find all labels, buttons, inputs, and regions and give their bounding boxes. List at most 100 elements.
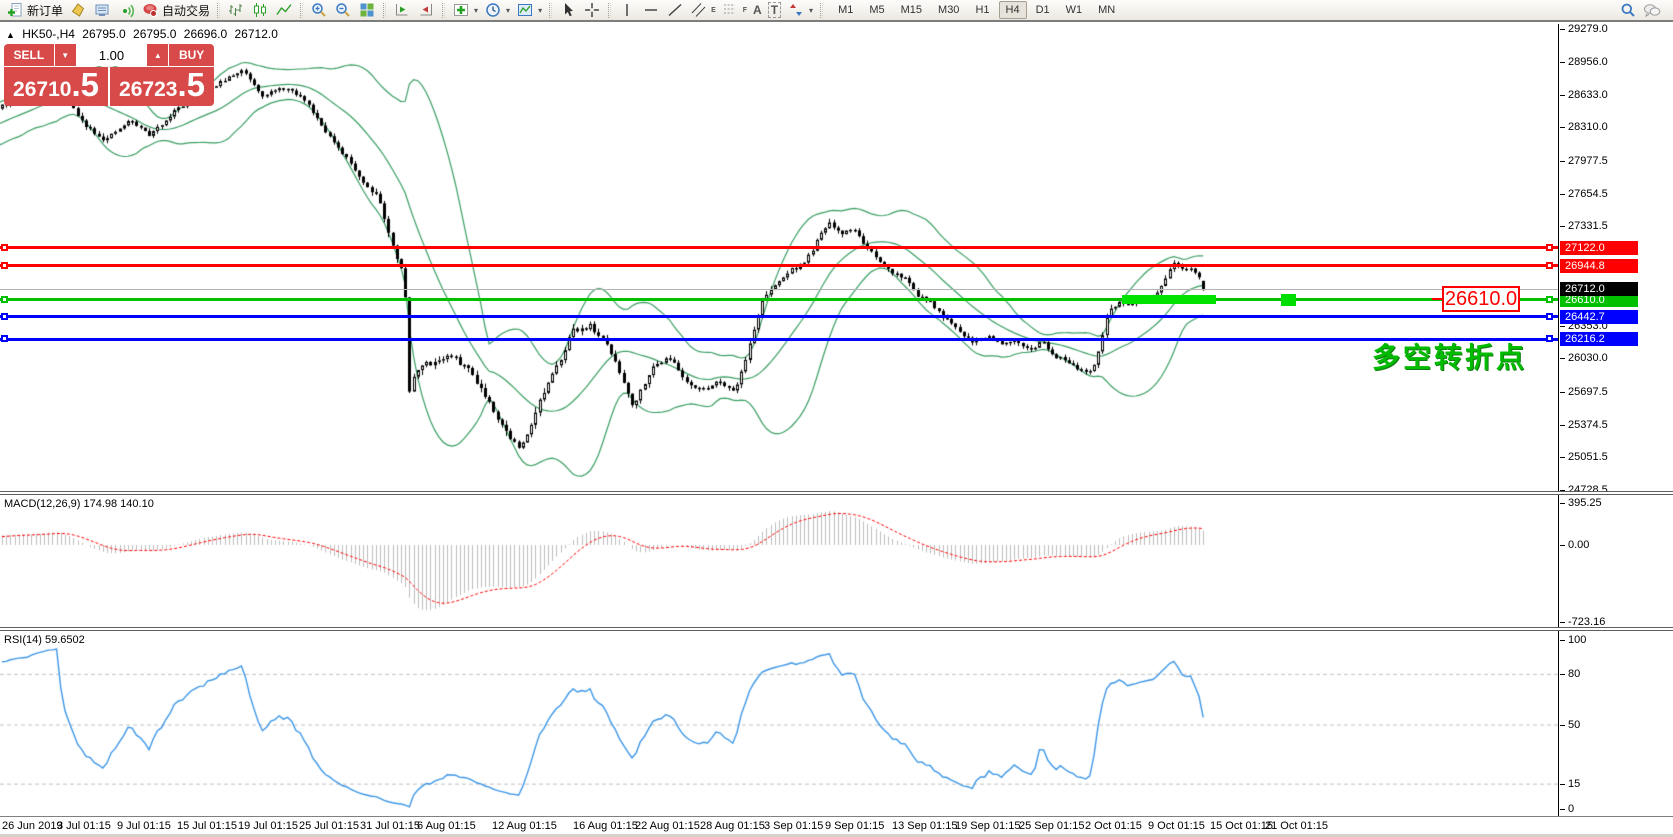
equidistant-channel-button[interactable]: E: [687, 0, 719, 20]
autotrading-button[interactable]: 自动交易: [138, 0, 213, 20]
support-line-handle[interactable]: [1281, 294, 1296, 306]
line-drag-handle[interactable]: [1, 244, 8, 251]
autotrading-label: 自动交易: [162, 2, 210, 19]
signals-button[interactable]: [114, 0, 138, 20]
horizontal-level-line[interactable]: [0, 338, 1558, 341]
trendline-button[interactable]: [663, 0, 687, 20]
horizontal-line-button[interactable]: [639, 0, 663, 20]
macd-axis-label: 395.25: [1568, 497, 1602, 509]
crosshair-button[interactable]: [580, 0, 604, 20]
time-axis-label: 15 Jul 01:15: [177, 820, 237, 832]
sell-price-display[interactable]: 26710 .5: [4, 67, 108, 106]
current-price-line: [0, 289, 1558, 290]
line-drag-handle[interactable]: [1546, 262, 1553, 269]
high-value: 26795.0: [133, 27, 176, 41]
line-drag-handle[interactable]: [1, 313, 8, 320]
timeframe-h4[interactable]: H4: [999, 1, 1027, 19]
support-zone-highlight[interactable]: [1122, 295, 1216, 304]
volume-up-button[interactable]: ▲: [147, 44, 168, 66]
line-drag-handle[interactable]: [1546, 244, 1553, 251]
line-drag-handle[interactable]: [1, 335, 8, 342]
tile-windows-icon: [358, 1, 376, 19]
time-axis-label: 12 Aug 01:15: [492, 820, 557, 832]
line-drag-handle[interactable]: [1546, 313, 1553, 320]
fibonacci-button[interactable]: F: [719, 0, 750, 20]
timeframe-m30[interactable]: M30: [931, 1, 966, 19]
cursor-button[interactable]: [556, 0, 580, 20]
new-order-button[interactable]: 新订单: [3, 0, 66, 20]
timeframe-m1[interactable]: M1: [831, 1, 860, 19]
line-drag-handle[interactable]: [1546, 296, 1553, 303]
price-tick-label: 25374.5: [1568, 419, 1608, 431]
time-axis-label: 25 Jul 01:15: [299, 820, 359, 832]
arrows-button[interactable]: ▾: [784, 0, 816, 20]
zoom-out-icon: [334, 1, 352, 19]
buy-price-frac: .5: [177, 67, 205, 103]
timeframe-d1[interactable]: D1: [1029, 1, 1057, 19]
chat-button[interactable]: [1640, 0, 1664, 20]
trendline-icon: [666, 1, 684, 19]
price-axis[interactable]: 29279.028956.028633.028310.027977.527654…: [1558, 24, 1673, 816]
rsi-axis-label: 15: [1568, 778, 1580, 790]
timeframe-m15[interactable]: M15: [894, 1, 929, 19]
price-level-note[interactable]: 26610.0: [1442, 286, 1520, 312]
buy-price-display[interactable]: 26723 .5: [110, 67, 214, 106]
zoom-in-button[interactable]: [307, 0, 331, 20]
time-axis-label: 13 Sep 01:15: [892, 820, 957, 832]
timeframe-w1[interactable]: W1: [1059, 1, 1090, 19]
price-tick-label: 27654.5: [1568, 188, 1608, 200]
candlestick-chart-button[interactable]: [248, 0, 272, 20]
timeframe-mn[interactable]: MN: [1091, 1, 1122, 19]
sell-button[interactable]: SELL: [4, 44, 54, 66]
bar-chart-button[interactable]: [224, 0, 248, 20]
horizontal-level-line[interactable]: [0, 264, 1558, 267]
line-drag-handle[interactable]: [1546, 335, 1553, 342]
price-level-badge: 26944.8: [1560, 259, 1638, 273]
buy-button[interactable]: BUY: [169, 44, 214, 66]
autotrading-icon: [141, 1, 159, 19]
horizontal-level-line[interactable]: [0, 315, 1558, 318]
timeframe-group: M1M5M15M30H1H4D1W1MN: [831, 1, 1122, 19]
scroll-group: [390, 0, 438, 21]
tile-windows-button[interactable]: [355, 0, 379, 20]
vertical-line-button[interactable]: [615, 0, 639, 20]
price-tick-label: 28633.0: [1568, 89, 1608, 101]
price-tick-label: 25697.5: [1568, 386, 1608, 398]
market-depth-button[interactable]: [90, 0, 114, 20]
timeframe-m5[interactable]: M5: [862, 1, 891, 19]
quotes-button[interactable]: [66, 0, 90, 20]
rsi-panel-canvas[interactable]: [0, 631, 1558, 816]
horizontal-level-line[interactable]: [0, 298, 1558, 301]
auto-scroll-button[interactable]: [414, 0, 438, 20]
price-level-badge: 26216.2: [1560, 332, 1638, 346]
search-button[interactable]: [1616, 0, 1640, 20]
channel-suffix: E: [711, 7, 716, 14]
insert-group: ▾ ▾ ▾: [449, 0, 545, 21]
turning-point-annotation[interactable]: 多空转折点: [1372, 336, 1527, 376]
panel-separator[interactable]: [0, 491, 1673, 495]
line-drag-handle[interactable]: [1, 296, 8, 303]
zoom-group: [307, 0, 379, 21]
zoom-out-button[interactable]: [331, 0, 355, 20]
volume-down-button[interactable]: ▼: [55, 44, 76, 66]
crosshair-icon: [583, 1, 601, 19]
collapse-arrow-icon[interactable]: ▲: [6, 30, 15, 40]
time-axis-label: 22 Aug 01:15: [635, 820, 700, 832]
line-chart-button[interactable]: [272, 0, 296, 20]
text-tool-label: A: [753, 3, 762, 17]
volume-input[interactable]: 1.00: [77, 44, 147, 66]
chart-shift-button[interactable]: [390, 0, 414, 20]
text-label-button[interactable]: T: [765, 0, 784, 20]
indicators-button[interactable]: ▾: [449, 0, 481, 20]
periods-button[interactable]: ▾: [481, 0, 513, 20]
timeframe-h1[interactable]: H1: [968, 1, 996, 19]
line-drag-handle[interactable]: [1, 262, 8, 269]
time-axis-label: 19 Jul 01:15: [238, 820, 298, 832]
macd-panel-canvas[interactable]: [0, 495, 1558, 627]
price-chart-canvas[interactable]: [0, 24, 1558, 491]
text-button[interactable]: A: [750, 0, 765, 20]
horizontal-level-line[interactable]: [0, 246, 1558, 249]
templates-button[interactable]: ▾: [513, 0, 545, 20]
panel-separator[interactable]: [0, 627, 1673, 631]
time-axis[interactable]: 26 Jun 20193 Jul 01:159 Jul 01:1515 Jul …: [0, 816, 1673, 834]
